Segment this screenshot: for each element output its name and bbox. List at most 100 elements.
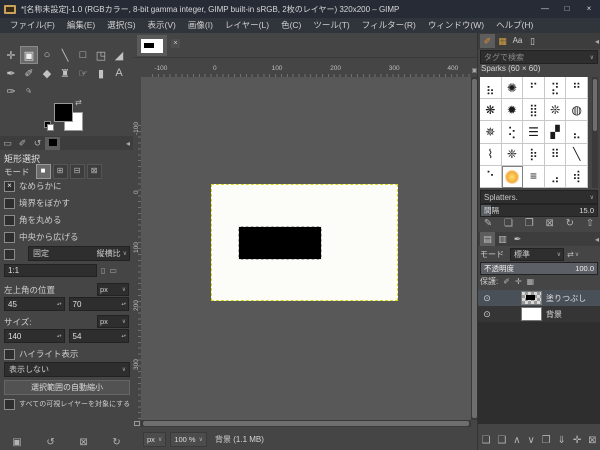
position-unit-combo[interactable]: px∨	[97, 283, 129, 296]
brush-cell-1[interactable]: ✺	[502, 77, 524, 99]
save-tool-preset-button[interactable]: ▣	[12, 437, 21, 448]
menu-item-5[interactable]: レイヤー(L)	[219, 18, 275, 33]
crop-tool[interactable]: □	[74, 46, 92, 64]
menu-item-1[interactable]: 編集(E)	[61, 18, 101, 33]
lock-pixels-button[interactable]: ✐	[503, 277, 510, 286]
brush-cell-10[interactable]: ✵	[480, 121, 502, 143]
device-status-tab[interactable]: ✐	[15, 137, 30, 150]
menu-item-8[interactable]: フィルター(R)	[356, 18, 422, 33]
merge-down-button[interactable]: ⇓	[558, 435, 566, 446]
menu-item-0[interactable]: ファイル(F)	[4, 18, 61, 33]
brush-tag-filter[interactable]: タグで検索 ∨	[480, 50, 598, 64]
layer-row-0[interactable]: ⊙塗りつぶし	[478, 290, 600, 306]
境界をぼかす-checkbox[interactable]	[4, 198, 15, 209]
menu-item-3[interactable]: 表示(V)	[142, 18, 182, 33]
portrait-icon[interactable]: ▯	[101, 266, 105, 275]
intersect-mode-button[interactable]: ⊠	[87, 164, 102, 179]
layer-opacity-slider[interactable]: 不透明度 100.0	[480, 262, 598, 275]
brush-cell-7[interactable]: ⣿	[523, 99, 545, 121]
zoom-tool[interactable]: ♀	[20, 82, 38, 100]
brush-cell-6[interactable]: ✹	[502, 99, 524, 121]
fonts-tab[interactable]: Aa	[510, 34, 525, 48]
horizontal-scrollbar-thumb[interactable]	[143, 421, 469, 426]
canvas-viewport[interactable]	[141, 77, 471, 420]
transform-tool[interactable]: ◳	[92, 46, 110, 64]
lock-alpha-button[interactable]: ▦	[527, 277, 535, 286]
layers-tab[interactable]: ▤	[480, 232, 495, 246]
menu-item-6[interactable]: 色(C)	[275, 18, 307, 33]
layer-mode-combo[interactable]: 標準 ∨	[510, 248, 564, 261]
brush-cell-13[interactable]: ▞	[545, 121, 567, 143]
unit-combo[interactable]: px∨	[143, 432, 166, 447]
guides-combo[interactable]: 表示しない ∨	[4, 362, 130, 377]
move-tool[interactable]: ✛	[2, 46, 20, 64]
brush-cell-17[interactable]: ⡷	[523, 144, 545, 166]
blend-space-switch[interactable]: ⇄∨	[567, 250, 579, 259]
brush-cell-4[interactable]: ⠛	[566, 77, 588, 99]
brush-cell-19[interactable]: ╲	[566, 144, 588, 166]
duplicate-layer-button[interactable]: ❐	[542, 435, 551, 446]
paths-tool[interactable]: ╲	[56, 46, 74, 64]
channels-tab[interactable]: ▥	[495, 232, 510, 246]
zoom-combo[interactable]: 100 %∨	[170, 432, 207, 447]
landscape-icon[interactable]: ▭	[109, 266, 117, 275]
restore-tool-preset-button[interactable]: ↺	[46, 437, 54, 448]
brush-cell-14[interactable]: ⣄	[566, 121, 588, 143]
airbrush-tool[interactable]: ▮	[92, 64, 110, 82]
layer-visibility-eye-icon[interactable]: ⊙	[481, 293, 493, 304]
size-unit-combo[interactable]: px∨	[97, 315, 129, 328]
foreground-color-swatch[interactable]	[54, 103, 73, 122]
quick-mask-toggle[interactable]	[133, 420, 141, 427]
new-brush-button[interactable]: ❏	[504, 218, 513, 229]
edit-brush-button[interactable]: ✎	[484, 218, 492, 229]
brush-cell-22[interactable]: ≡	[523, 166, 545, 188]
brushes-tab[interactable]: ✐	[480, 34, 495, 48]
menu-item-4[interactable]: 画像(I)	[182, 18, 219, 33]
lock-position-button[interactable]: ✛	[515, 277, 522, 286]
spinner-arrows-icon[interactable]: ▴▾	[121, 334, 128, 338]
brush-cell-3[interactable]: ⣝	[545, 77, 567, 99]
position-x-input[interactable]: 45▴▾	[4, 297, 65, 311]
lower-layer-button[interactable]: ∨	[527, 435, 534, 446]
paths-tab[interactable]: ✒	[510, 232, 525, 246]
images-tab[interactable]	[45, 137, 60, 150]
maximize-button[interactable]: □	[556, 0, 578, 18]
canvas-image[interactable]	[211, 184, 398, 301]
brush-cell-2[interactable]: ⠋	[523, 77, 545, 99]
subtract-mode-button[interactable]: ⊟	[70, 164, 85, 179]
fixed-checkbox[interactable]	[4, 249, 15, 260]
brush-cell-24[interactable]: ⢾	[566, 166, 588, 188]
brush-cell-16[interactable]: ❈	[502, 144, 524, 166]
delete-tool-preset-button[interactable]: ⊠	[79, 437, 87, 448]
reset-tool-options-button[interactable]: ↻	[112, 437, 120, 448]
brush-cell-23[interactable]: ⣠	[545, 166, 567, 188]
brush-tag-entry[interactable]: Splatters. ∨	[480, 190, 598, 204]
aspect-ratio-input[interactable]: 1:1	[4, 264, 97, 277]
refresh-brushes-button[interactable]: ↻	[566, 218, 574, 229]
tool-options-tab[interactable]: ▭	[0, 137, 15, 150]
swap-colors-icon[interactable]: ⇄	[75, 98, 82, 107]
color-picker-tool[interactable]: ✑	[2, 82, 20, 100]
brush-grid-scrollbar-thumb[interactable]	[593, 79, 597, 131]
horizontal-scrollbar[interactable]	[141, 420, 471, 427]
spinner-arrows-icon[interactable]: ▴▾	[57, 302, 64, 306]
layer-visibility-eye-icon[interactable]: ⊙	[481, 309, 493, 320]
brush-cell-8[interactable]: ❊	[545, 99, 567, 121]
brush-cell-5[interactable]: ❋	[480, 99, 502, 121]
position-y-input[interactable]: 70▴▾	[69, 297, 130, 311]
right-tab-arrow-icon[interactable]: ◂	[595, 37, 600, 46]
brush-cell-0[interactable]: ⣦	[480, 77, 502, 99]
brush-cell-9[interactable]: ◍	[566, 99, 588, 121]
size-width-input[interactable]: 140▴▾	[4, 329, 65, 343]
tab-close-button[interactable]: ×	[171, 39, 180, 48]
image-tab[interactable]	[137, 35, 167, 56]
smudge-tool[interactable]: ☞	[74, 64, 92, 82]
eraser-tool[interactable]: ◆	[38, 64, 56, 82]
delete-brush-button[interactable]: ⊠	[545, 218, 553, 229]
spinner-arrows-icon[interactable]: ▴▾	[57, 334, 64, 338]
size-height-input[interactable]: 54▴▾	[69, 329, 130, 343]
layer-tab-arrow-icon[interactable]: ◂	[595, 235, 600, 244]
open-brush-as-image-button[interactable]: ⇧	[586, 218, 594, 229]
free-select-tool[interactable]: ○	[38, 46, 56, 64]
menu-item-7[interactable]: ツール(T)	[307, 18, 355, 33]
